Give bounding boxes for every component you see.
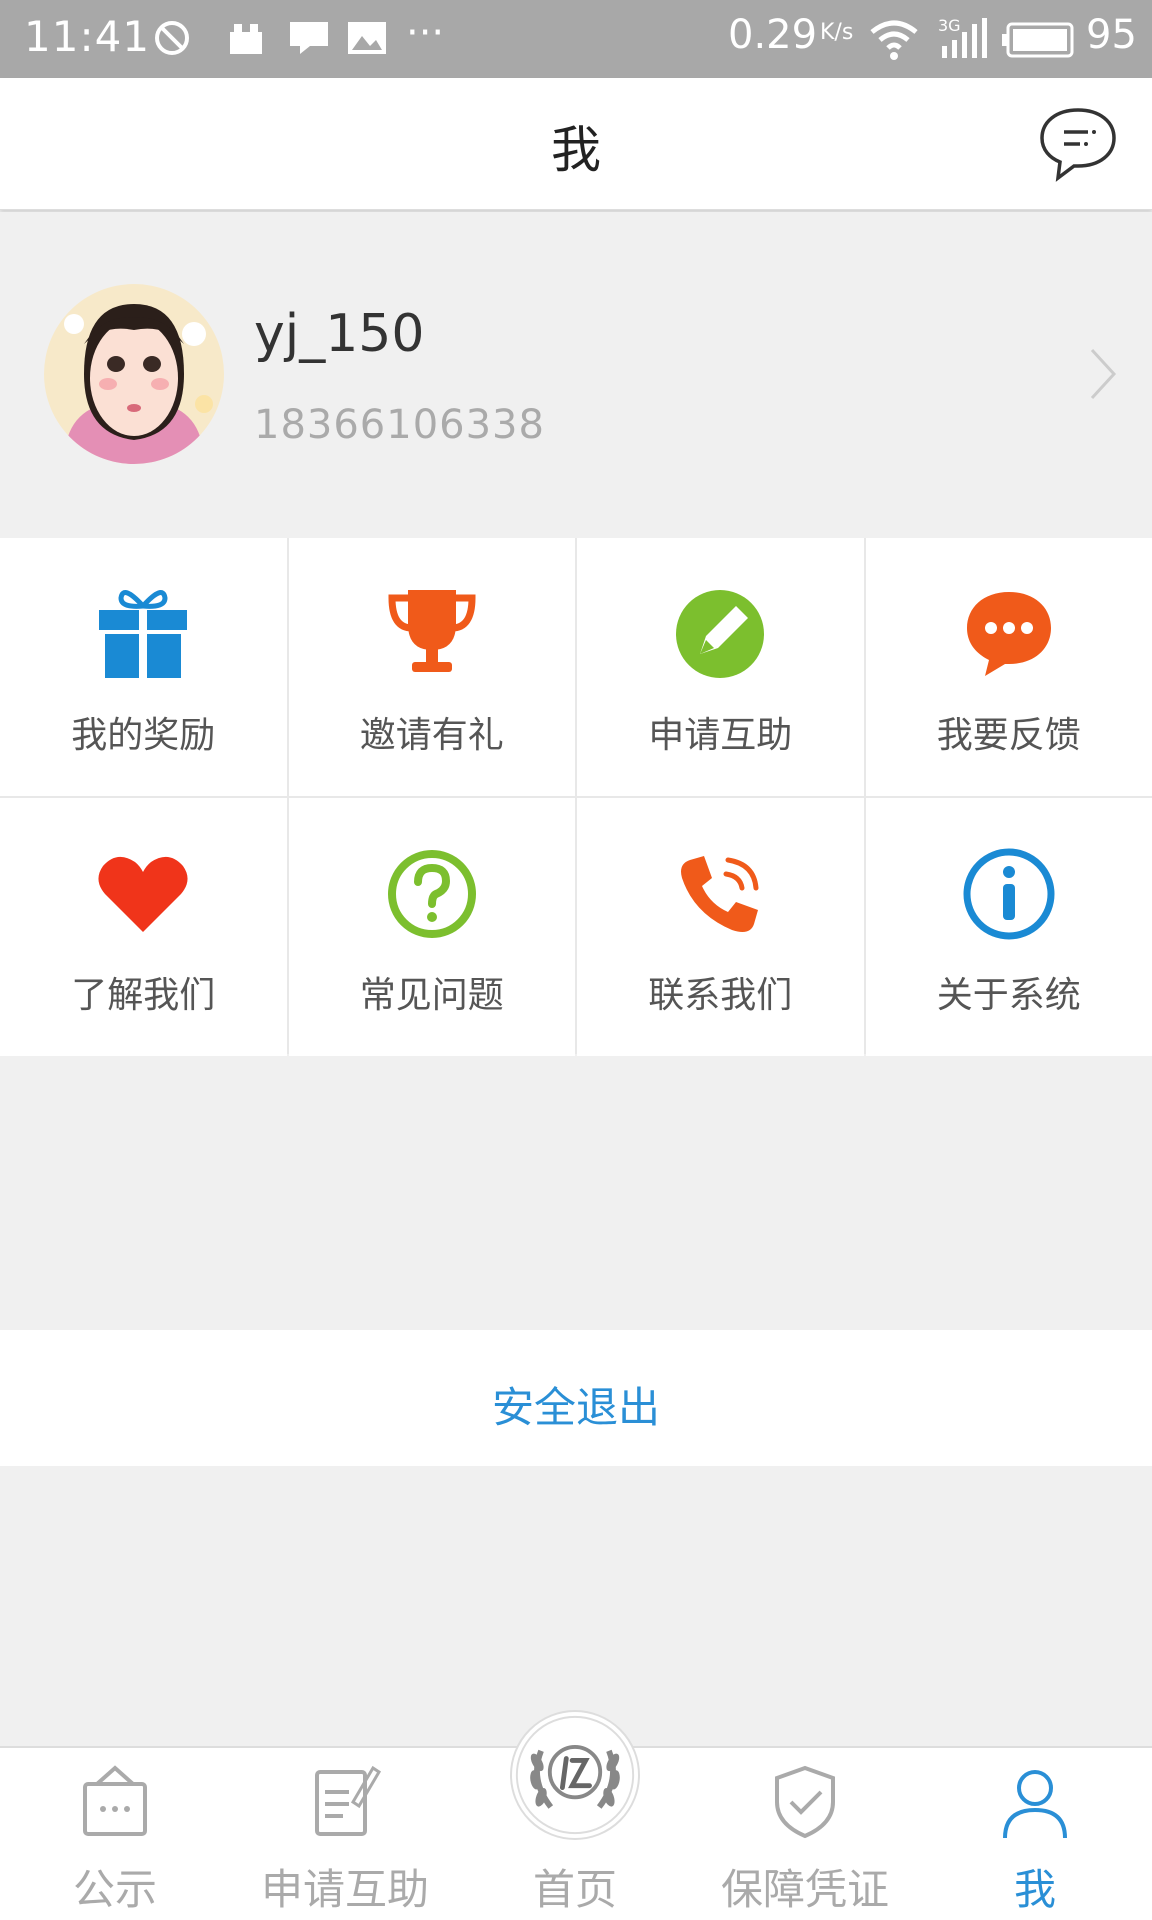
tab-label: 公示 bbox=[72, 1865, 157, 1914]
user-icon bbox=[1003, 1770, 1067, 1839]
battery-level: 95 bbox=[1086, 12, 1137, 58]
shield-check-icon bbox=[775, 1765, 835, 1839]
trophy-icon bbox=[388, 590, 476, 672]
menu-item-contact-us[interactable]: 联系我们 bbox=[577, 798, 864, 1056]
gift-notification-icon bbox=[230, 24, 262, 54]
home-laurel-logo-icon[interactable] bbox=[510, 1710, 640, 1840]
menu-item-label: 常见问题 bbox=[359, 975, 504, 1016]
logout-label: 安全退出 bbox=[491, 1383, 660, 1432]
network-speed-unit: K/s bbox=[820, 20, 854, 45]
chat-bubble-icon bbox=[1040, 108, 1116, 182]
tab-guarantee-certificate[interactable]: 保障凭证 bbox=[690, 1748, 920, 1920]
tab-apply-mutual-aid[interactable]: 申请互助 bbox=[230, 1748, 460, 1920]
status-time: 11:41 bbox=[24, 12, 151, 61]
info-circle-icon bbox=[963, 848, 1055, 940]
phone-icon bbox=[681, 856, 759, 932]
battery-icon bbox=[1002, 22, 1074, 58]
menu-item-invite-gift[interactable]: 邀请有礼 bbox=[288, 538, 575, 796]
more-notifications-icon: ··· bbox=[406, 10, 445, 56]
chat-dots-icon bbox=[966, 592, 1051, 676]
menu-item-about-us[interactable]: 了解我们 bbox=[0, 798, 287, 1056]
notice-board-icon bbox=[83, 1765, 147, 1836]
menu-item-label: 了解我们 bbox=[71, 975, 216, 1016]
username: yj_150 bbox=[254, 304, 425, 364]
tab-label: 首页 bbox=[532, 1865, 617, 1914]
menu-item-my-rewards[interactable]: 我的奖励 bbox=[0, 538, 287, 796]
message-button[interactable] bbox=[1036, 102, 1120, 186]
pen-circle-icon bbox=[676, 590, 765, 678]
menu-item-label: 关于系统 bbox=[936, 975, 1081, 1016]
menu-item-about-system[interactable]: 关于系统 bbox=[865, 798, 1152, 1056]
logout-button[interactable]: 安全退出 bbox=[0, 1330, 1152, 1466]
question-circle-icon bbox=[387, 850, 476, 938]
tab-label: 我 bbox=[1013, 1865, 1056, 1914]
menu-grid: 我的奖励 邀请有礼 申请互助 我要反馈 了解我们 常见问题 联系我们 关于系统 bbox=[0, 538, 1152, 1056]
image-notification-icon bbox=[348, 22, 386, 54]
menu-item-label: 联系我们 bbox=[648, 975, 793, 1016]
tab-notice[interactable]: 公示 bbox=[0, 1748, 230, 1920]
chevron-right-icon bbox=[1090, 348, 1117, 400]
status-bar: 11:41 ··· 0.29 K/s 3G 95 bbox=[0, 0, 1152, 78]
heart-icon bbox=[98, 856, 188, 932]
gift-icon bbox=[99, 590, 188, 678]
menu-item-feedback[interactable]: 我要反馈 bbox=[865, 538, 1152, 796]
avatar[interactable] bbox=[44, 284, 224, 464]
tab-label: 申请互助 bbox=[260, 1865, 429, 1914]
profile-card[interactable]: yj_150 18366106338 bbox=[0, 212, 1152, 538]
message-notification-icon bbox=[290, 22, 328, 54]
network-speed: 0.29 bbox=[728, 12, 818, 58]
signal-icon bbox=[942, 18, 987, 58]
do-not-disturb-icon bbox=[155, 21, 189, 55]
menu-item-faq[interactable]: 常见问题 bbox=[288, 798, 575, 1056]
wifi-icon bbox=[870, 20, 918, 60]
menu-item-label: 我的奖励 bbox=[71, 715, 216, 756]
edit-document-icon bbox=[315, 1765, 382, 1836]
tab-me[interactable]: 我 bbox=[920, 1748, 1150, 1920]
page-title: 我 bbox=[551, 121, 601, 179]
phone-number: 18366106338 bbox=[254, 402, 545, 448]
menu-item-label: 我要反馈 bbox=[936, 715, 1081, 756]
menu-item-apply-mutual-aid[interactable]: 申请互助 bbox=[577, 538, 864, 796]
app-header: 我 bbox=[0, 78, 1152, 210]
menu-item-label: 申请互助 bbox=[648, 715, 793, 756]
menu-item-label: 邀请有礼 bbox=[359, 715, 504, 756]
tab-label: 保障凭证 bbox=[720, 1865, 889, 1914]
